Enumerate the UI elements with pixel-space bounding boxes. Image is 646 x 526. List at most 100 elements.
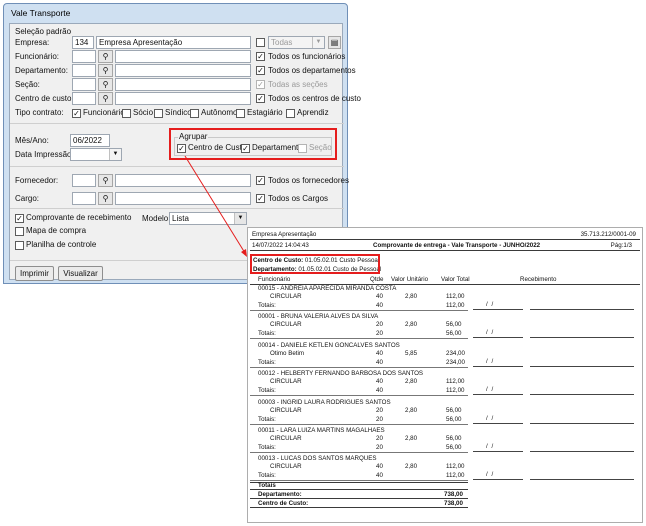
totais-header: Totais <box>258 482 276 489</box>
total-value: 56,00 <box>446 321 462 329</box>
employee-name: 00003 - INGRID LAURA RODRIGUES SANTOS <box>258 398 391 406</box>
signature-line <box>473 422 523 424</box>
rule <box>250 452 468 453</box>
unit-value: 5,85 <box>405 349 418 357</box>
signature-line <box>473 451 523 452</box>
qtde-value: 20 <box>376 406 383 414</box>
rule <box>250 250 640 251</box>
qtde-value: 40 <box>376 463 383 471</box>
col-qtde: Qtde <box>370 276 384 283</box>
rule <box>250 423 468 425</box>
totais-qtde: 40 <box>376 302 383 309</box>
employee-name: 00001 - BRUNA VALERIA ALVES DA SILVA <box>258 313 379 321</box>
unit-value: 2,80 <box>405 378 418 386</box>
totais-value: 112,00 <box>446 302 465 309</box>
total-value: 234,00 <box>446 349 465 357</box>
total-value: 56,00 <box>446 406 462 414</box>
transport-line: CIRCULAR <box>270 378 302 386</box>
unit-value: 2,80 <box>405 435 418 442</box>
totais-value: 112,00 <box>446 472 465 480</box>
total-value: 112,00 <box>446 293 465 300</box>
signature-line <box>473 394 523 396</box>
totais-label: Totais: <box>258 444 276 451</box>
col-valor-total: Valor Total <box>441 276 470 283</box>
transport-line: CIRCULAR <box>270 321 302 329</box>
rule <box>250 310 468 311</box>
signature-line <box>530 309 634 310</box>
transport-line: Otimo Betim <box>270 349 305 357</box>
signature-line <box>473 479 523 481</box>
report-cnpj: 35.713.212/0001-09 <box>580 231 636 238</box>
total-centro-custo-label: Centro de Custo: <box>258 500 309 507</box>
rule <box>250 366 468 368</box>
employee-name: 00011 - LARA LUIZA MARTINS MAGALHAES <box>258 427 385 434</box>
total-value: 112,00 <box>446 378 465 386</box>
rule <box>250 489 468 490</box>
total-departamento-value: 738,00 <box>444 491 463 498</box>
signature-line <box>530 337 634 339</box>
totais-label: Totais: <box>258 358 276 366</box>
rule <box>250 498 468 499</box>
qtde-value: 40 <box>376 378 383 386</box>
total-departamento-label: Departamento: <box>258 491 302 498</box>
totais-value: 56,00 <box>446 330 462 338</box>
date-mark: / / <box>486 357 495 365</box>
signature-line <box>473 309 523 310</box>
transport-line: CIRCULAR <box>270 435 302 442</box>
rule <box>250 239 640 240</box>
signature-line <box>530 422 634 424</box>
col-recebimento: Recebimento <box>520 276 557 283</box>
qtde-value: 40 <box>376 349 383 357</box>
date-mark: / / <box>486 443 495 450</box>
total-value: 112,00 <box>446 463 465 471</box>
totais-qtde: 20 <box>376 415 383 423</box>
totais-value: 234,00 <box>446 358 465 366</box>
signature-line <box>473 365 523 367</box>
totais-value: 112,00 <box>446 387 465 395</box>
totais-qtde: 20 <box>376 330 383 338</box>
report-page: Pág:1/3 <box>610 242 632 249</box>
col-funcionario: Funcionário <box>258 276 291 283</box>
report-datetime: 14/07/2022 14:04:43 <box>252 242 309 249</box>
report-preview: Empresa Apresentação 35.713.212/0001-09 … <box>247 227 643 523</box>
date-mark: / / <box>486 386 495 394</box>
rule <box>250 507 468 508</box>
unit-value: 2,80 <box>405 321 418 329</box>
total-centro-custo-value: 738,00 <box>444 500 463 507</box>
unit-value: 2,80 <box>405 293 418 300</box>
transport-line: CIRCULAR <box>270 293 302 300</box>
employee-name: 00012 - HELBERTY FERNANDO BARBOSA DOS SA… <box>258 370 424 378</box>
totais-value: 56,00 <box>446 444 462 451</box>
signature-line <box>473 337 523 339</box>
employee-name: 00013 - LUCAS DOS SANTOS MARQUES <box>258 455 377 463</box>
rule <box>250 482 468 483</box>
totais-label: Totais: <box>258 472 276 480</box>
signature-line <box>530 451 634 452</box>
totais-qtde: 40 <box>376 387 383 395</box>
date-mark: / / <box>486 471 495 479</box>
unit-value: 2,80 <box>405 406 418 414</box>
highlight-box <box>250 254 380 274</box>
totais-qtde: 20 <box>376 444 383 451</box>
date-mark: / / <box>486 301 495 308</box>
totais-label: Totais: <box>258 415 276 423</box>
report-title: Comprovante de entrega - Vale Transporte… <box>373 242 541 249</box>
qtde-value: 20 <box>376 321 383 329</box>
signature-line <box>530 365 634 367</box>
totais-label: Totais: <box>258 387 276 395</box>
totais-value: 56,00 <box>446 415 462 423</box>
totais-label: Totais: <box>258 302 276 309</box>
totais-qtde: 40 <box>376 472 383 480</box>
transport-line: CIRCULAR <box>270 406 302 414</box>
totais-qtde: 40 <box>376 358 383 366</box>
qtde-value: 20 <box>376 435 383 442</box>
employee-name: 00014 - DANIELE KETLEN GONCALVES SANTOS <box>258 341 400 349</box>
signature-line <box>530 479 634 481</box>
qtde-value: 40 <box>376 293 383 300</box>
rule <box>250 395 468 397</box>
transport-line: CIRCULAR <box>270 463 302 471</box>
unit-value: 2,80 <box>405 463 418 471</box>
rule <box>250 338 468 340</box>
employee-name: 00015 - ANDREIA APARECIDA MIRANDA COSTA <box>258 285 397 292</box>
col-valor-unitario: Valor Unitário <box>391 276 429 283</box>
